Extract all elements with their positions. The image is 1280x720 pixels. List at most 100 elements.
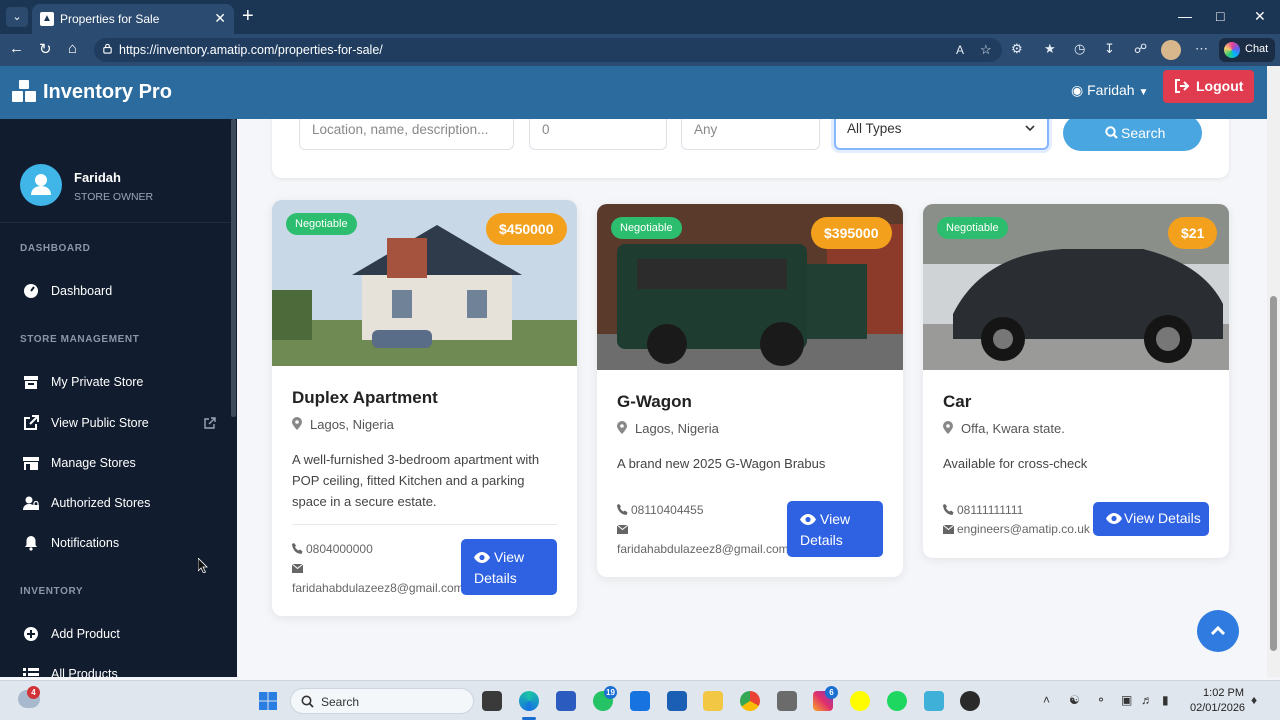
card-location-text: Lagos, Nigeria — [310, 417, 394, 432]
user-avatar-icon — [31, 174, 51, 195]
tray-app-icon[interactable]: ☯ — [1069, 693, 1080, 707]
keyword-placeholder: Location, name, description... — [312, 122, 489, 137]
card-description: Available for cross-check — [943, 456, 1088, 471]
view-details-button[interactable]: View Details — [1093, 502, 1209, 536]
more-menu-icon[interactable]: ⋯ — [1195, 41, 1208, 57]
taskbar-search-box[interactable]: Search — [290, 688, 474, 714]
url-field[interactable]: https://inventory.amatip.com/properties-… — [94, 38, 1002, 62]
file-explorer-icon[interactable] — [703, 691, 723, 711]
url-text: https://inventory.amatip.com/properties-… — [119, 43, 383, 57]
read-aloud-icon[interactable]: A — [956, 43, 964, 57]
section-header-dashboard: DASHBOARD — [20, 243, 91, 254]
view-details-button[interactable]: View Details — [787, 501, 883, 557]
refresh-icon[interactable]: ↻ — [39, 40, 52, 58]
min-price-input[interactable]: 0 — [529, 119, 667, 150]
chevron-up-icon — [1210, 625, 1226, 636]
history-icon[interactable]: ◷ — [1074, 41, 1085, 57]
sidebar-item-my-private-store[interactable]: My Private Store — [0, 368, 231, 396]
sidebar-scrollbar[interactable] — [231, 119, 236, 417]
tray-overflow-chevron-icon[interactable]: ˄ — [1043, 693, 1050, 707]
type-select[interactable]: All Types — [834, 119, 1049, 150]
plus-circle-icon — [24, 627, 38, 641]
main-content: Location, name, description... 0 Any All… — [237, 119, 1267, 677]
card-title: Car — [943, 392, 972, 411]
task-view-icon[interactable] — [482, 691, 502, 711]
sidebar-item-label: Authorized Stores — [51, 496, 151, 510]
storefront-icon — [23, 457, 39, 470]
site-favicon-icon: ▲ — [40, 12, 54, 26]
maximize-icon[interactable]: □ — [1216, 8, 1224, 24]
search-button[interactable]: Search — [1063, 119, 1202, 151]
back-arrow-icon[interactable]: ← — [9, 40, 24, 57]
map-pin-icon — [617, 421, 627, 434]
view-details-button[interactable]: View Details — [461, 539, 557, 595]
store-app-icon[interactable] — [667, 691, 687, 711]
network-icon[interactable]: ▣ — [1121, 693, 1132, 707]
browser-tab-active[interactable]: ▲ Properties for Sale ✕ — [32, 4, 234, 34]
copilot-chat-button[interactable]: Chat — [1219, 38, 1275, 62]
sidebar: Faridah STORE OWNER DASHBOARD Dashboard … — [0, 119, 237, 677]
user-dropdown[interactable]: ◉ Faridah ▼ — [1071, 82, 1148, 99]
browser-profile-avatar[interactable] — [1161, 40, 1181, 60]
scroll-to-top-button[interactable] — [1197, 610, 1239, 652]
max-price-value: Any — [694, 122, 718, 137]
browser-tab-strip: ⌄ ▲ Properties for Sale ✕ + — □ ✕ — [0, 0, 1280, 34]
logout-button[interactable]: Logout — [1163, 70, 1254, 103]
sidebar-item-notifications[interactable]: Notifications — [0, 529, 231, 557]
clock-time: 1:02 PM — [1203, 687, 1244, 699]
downloads-icon[interactable]: ↧ — [1104, 41, 1115, 57]
home-icon[interactable]: ⌂ — [68, 40, 77, 57]
volume-icon[interactable]: ♬ — [1141, 693, 1153, 707]
minimize-icon[interactable]: — — [1178, 8, 1192, 24]
store-icon — [24, 376, 38, 389]
vpn-app-icon[interactable] — [924, 691, 944, 711]
sign-out-icon — [1175, 79, 1190, 93]
edge-browser-icon[interactable] — [519, 691, 539, 711]
max-price-input[interactable]: Any — [681, 119, 820, 150]
map-pin-icon — [943, 421, 953, 434]
tab-close-icon[interactable]: ✕ — [214, 10, 226, 27]
tab-title: Properties for Sale — [60, 12, 160, 26]
sidebar-item-authorized-stores[interactable]: Authorized Stores — [0, 489, 231, 517]
word-icon[interactable] — [556, 691, 576, 711]
recording-app-icon[interactable] — [960, 691, 980, 711]
image-app-icon[interactable] — [777, 691, 797, 711]
extensions-icon[interactable]: ⚙ — [1011, 41, 1023, 57]
window-close-icon[interactable]: ✕ — [1254, 8, 1266, 25]
mouse-cursor-icon — [198, 558, 208, 573]
sidebar-item-manage-stores[interactable]: Manage Stores — [0, 449, 231, 477]
tab-list-chevron-icon[interactable]: ⌄ — [6, 7, 28, 27]
sidebar-item-all-products[interactable]: All Products — [0, 660, 231, 677]
card-description: A brand new 2025 G-Wagon Brabus — [617, 456, 826, 471]
sidebar-item-label: View Public Store — [51, 416, 149, 430]
keyword-search-input[interactable]: Location, name, description... — [299, 119, 514, 150]
card-phone-text: 08111111111 — [957, 503, 1024, 517]
sidebar-item-view-public-store[interactable]: View Public Store — [0, 409, 231, 437]
page-scrollbar-thumb[interactable] — [1270, 296, 1277, 651]
phone-icon — [943, 504, 954, 515]
new-tab-plus-icon[interactable]: + — [242, 5, 254, 27]
microphone-icon[interactable]: ⚬ — [1096, 693, 1106, 707]
profile-name: Faridah — [74, 170, 121, 185]
favorite-star-icon[interactable]: ☆ — [980, 42, 992, 58]
chrome-icon[interactable] — [740, 691, 760, 711]
favorites-icon[interactable]: ★ — [1044, 41, 1056, 57]
brand-title[interactable]: Inventory Pro — [43, 81, 172, 104]
notification-bell-icon[interactable]: ♦ — [1251, 693, 1257, 707]
mail-icon[interactable] — [630, 691, 650, 711]
battery-icon[interactable]: ▮ — [1162, 693, 1169, 707]
page-scrollbar[interactable] — [1267, 66, 1280, 677]
share-icon[interactable]: ☍ — [1134, 41, 1147, 57]
snapchat-icon[interactable] — [850, 691, 870, 711]
sidebar-item-dashboard[interactable]: Dashboard — [0, 277, 231, 305]
card-phone: 08111111111 — [943, 503, 1023, 517]
sidebar-item-label: Manage Stores — [51, 456, 136, 470]
taskbar-clock[interactable]: 1:02 PM 02/01/2026 — [1190, 686, 1245, 716]
search-panel: Location, name, description... 0 Any All… — [272, 119, 1229, 178]
card-location-text: Offa, Kwara state. — [961, 421, 1065, 436]
profile-role: STORE OWNER — [74, 191, 154, 203]
windows-start-icon[interactable] — [259, 692, 277, 710]
sidebar-item-add-product[interactable]: Add Product — [0, 620, 231, 648]
details-label: Details — [474, 570, 517, 586]
spotify-icon[interactable] — [887, 691, 907, 711]
